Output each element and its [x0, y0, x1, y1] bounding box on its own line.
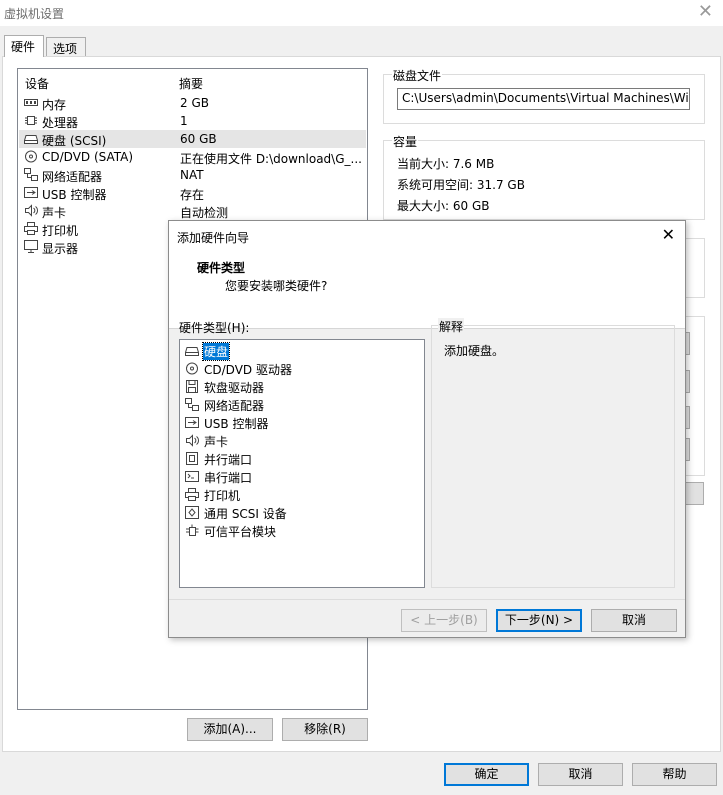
wizard-close-icon[interactable]: ✕ — [662, 225, 675, 244]
wizard-titlebar: 添加硬件向导 ✕ — [169, 221, 685, 251]
hardware-item-label: 软盘驱动器 — [204, 381, 265, 395]
disk-file-path-field[interactable]: C:\Users\admin\Documents\Virtual Machine… — [397, 88, 690, 110]
printer-icon — [185, 488, 199, 501]
device-summary: 1 — [180, 114, 188, 128]
back-button[interactable]: < 上一步(B) — [401, 609, 487, 632]
device-name: 网络适配器 — [42, 170, 103, 184]
tab-hardware-label: 硬件 — [11, 40, 36, 54]
explanation-title: 解释 — [438, 318, 465, 335]
sound-card-icon — [185, 434, 199, 447]
device-summary: 2 GB — [180, 96, 209, 110]
wizard-title: 添加硬件向导 — [177, 231, 250, 245]
tab-options[interactable]: 选项 — [46, 37, 86, 56]
hardware-item-label: 网络适配器 — [204, 399, 265, 413]
explanation-text: 添加硬盘。 — [444, 344, 505, 358]
column-header-device: 设备 — [25, 77, 50, 91]
device-row-processor[interactable]: 处理器 1 — [19, 112, 366, 130]
parallel-port-icon — [185, 452, 199, 465]
hardware-item-label: 可信平台模块 — [204, 525, 277, 539]
capacity-group: 容量 当前大小: 7.6 MB 系统可用空间: 31.7 GB 最大大小: 60… — [383, 133, 705, 220]
device-name: 声卡 — [42, 206, 67, 220]
printer-icon — [24, 222, 38, 235]
floppy-icon — [185, 380, 199, 393]
device-summary: 正在使用文件 D:\download\G_... — [180, 152, 362, 166]
cd-dvd-icon — [185, 362, 199, 375]
hard-disk-icon — [185, 344, 199, 357]
explanation-group: 解释 添加硬盘。 — [431, 318, 675, 588]
sound-card-icon — [24, 204, 38, 217]
close-icon[interactable]: ✕ — [698, 1, 713, 22]
device-row-memory[interactable]: 内存 2 GB — [19, 94, 366, 112]
hardware-item-label: USB 控制器 — [204, 417, 269, 431]
device-name: 处理器 — [42, 116, 79, 130]
capacity-group-title: 容量 — [392, 133, 419, 150]
network-adapter-icon — [24, 168, 38, 181]
device-name: 硬盘 (SCSI) — [42, 134, 107, 148]
device-name: 打印机 — [42, 224, 79, 238]
disk-file-group-title: 磁盘文件 — [392, 67, 443, 84]
max-size-label: 最大大小: 60 GB — [397, 199, 490, 213]
hardware-item-label: 打印机 — [204, 489, 241, 503]
wizard-footer: < 上一步(B) 下一步(N) > 取消 — [169, 599, 685, 637]
next-button[interactable]: 下一步(N) > — [496, 609, 582, 632]
device-name: USB 控制器 — [42, 188, 107, 202]
cpu-icon — [24, 114, 38, 127]
serial-port-icon — [185, 470, 199, 483]
hardware-type-list[interactable]: 硬盘 CD/DVD 驱动器 软盘驱动器 网络适配器 USB 控制器 声卡 并行端… — [179, 339, 425, 588]
generic-scsi-icon — [185, 506, 199, 519]
device-name: 显示器 — [42, 242, 79, 256]
remove-button[interactable]: 移除(R) — [282, 718, 368, 741]
column-header-summary: 摘要 — [179, 77, 204, 91]
network-adapter-icon — [185, 398, 199, 411]
hardware-item-label: 通用 SCSI 设备 — [204, 507, 287, 521]
device-row-sound-card[interactable]: 声卡 自动检测 — [19, 202, 366, 220]
window-titlebar: 虚拟机设置 ✕ — [0, 0, 723, 26]
display-icon — [24, 240, 38, 253]
hard-disk-icon — [24, 132, 38, 145]
device-name: 内存 — [42, 98, 67, 112]
current-size-label: 当前大小: 7.6 MB — [397, 157, 495, 171]
ok-button[interactable]: 确定 — [444, 763, 529, 786]
wizard-header: 硬件类型 您要安装哪类硬件? — [169, 251, 685, 329]
device-summary: 60 GB — [180, 132, 217, 146]
device-row-hard-disk[interactable]: 硬盘 (SCSI) 60 GB — [19, 130, 366, 148]
device-name: CD/DVD (SATA) — [42, 150, 134, 164]
cancel-button[interactable]: 取消 — [538, 763, 623, 786]
hardware-item-label: 声卡 — [204, 435, 229, 449]
hardware-item-label: CD/DVD 驱动器 — [204, 363, 292, 377]
device-row-usb-controller[interactable]: USB 控制器 存在 — [19, 184, 366, 202]
usb-controller-icon — [185, 416, 199, 429]
tpm-icon — [185, 524, 199, 537]
hardware-item-label: 硬盘 — [201, 342, 231, 361]
tab-hardware[interactable]: 硬件 — [4, 35, 44, 57]
tab-options-label: 选项 — [53, 42, 78, 56]
device-row-network-adapter[interactable]: 网络适配器 NAT — [19, 166, 366, 184]
wizard-cancel-button[interactable]: 取消 — [591, 609, 677, 632]
device-summary: 自动检测 — [180, 206, 229, 220]
usb-controller-icon — [24, 186, 38, 199]
device-summary: 存在 — [180, 188, 205, 202]
wizard-heading: 硬件类型 — [197, 261, 246, 275]
add-hardware-wizard-dialog: 添加硬件向导 ✕ 硬件类型 您要安装哪类硬件? 硬件类型(H): 硬盘 CD/D… — [168, 220, 686, 638]
system-free-label: 系统可用空间: 31.7 GB — [397, 178, 525, 192]
device-summary: NAT — [180, 168, 204, 182]
help-button[interactable]: 帮助 — [632, 763, 717, 786]
hardware-item-label: 串行端口 — [204, 471, 253, 485]
add-button[interactable]: 添加(A)... — [187, 718, 273, 741]
device-row-cd-dvd[interactable]: CD/DVD (SATA) 正在使用文件 D:\download\G_... — [19, 148, 366, 166]
wizard-subheading: 您要安装哪类硬件? — [225, 279, 328, 293]
cd-dvd-icon — [24, 150, 38, 163]
window-title: 虚拟机设置 — [4, 7, 65, 21]
hardware-item-label: 并行端口 — [204, 453, 253, 467]
hardware-type-label: 硬件类型(H): — [179, 321, 250, 335]
memory-icon — [24, 96, 38, 109]
